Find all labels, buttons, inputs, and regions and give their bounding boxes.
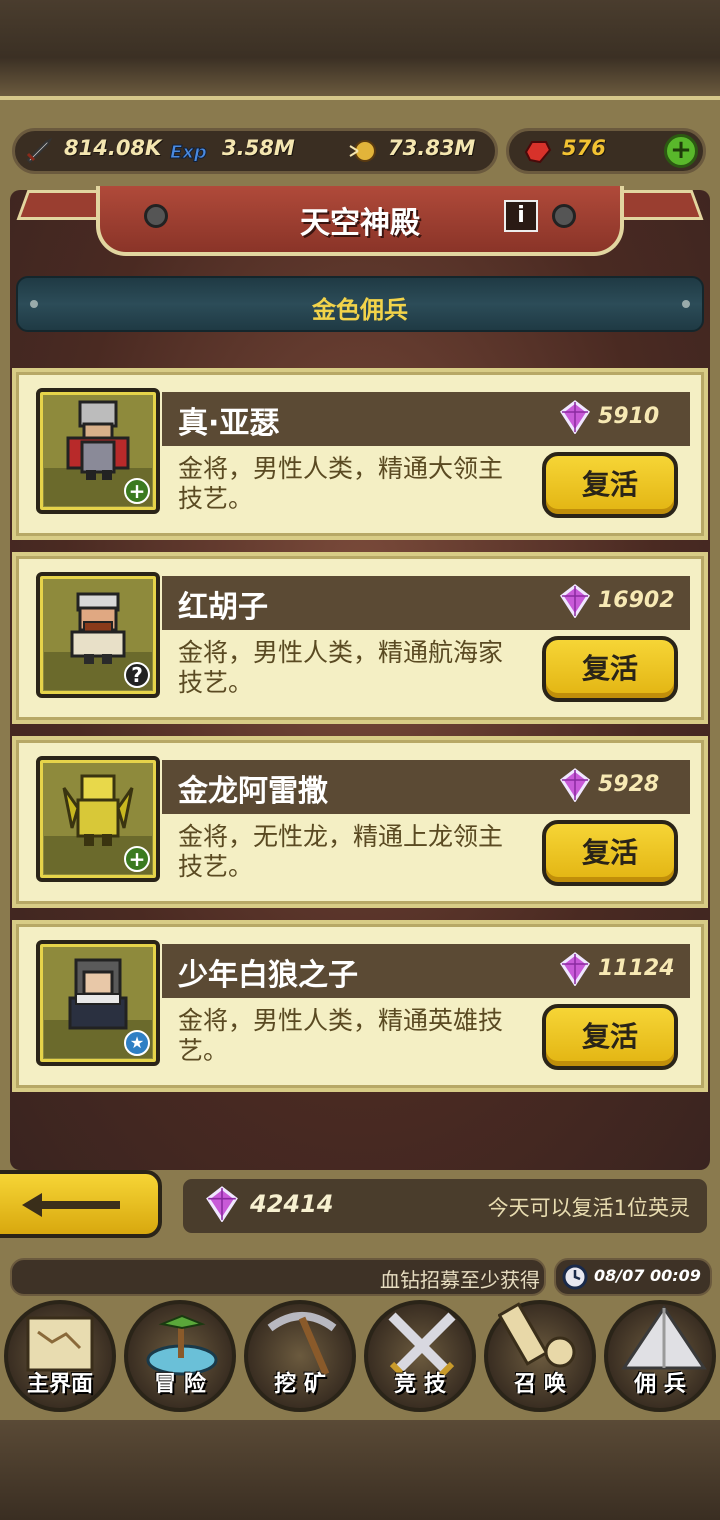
purple-gem-icon <box>206 1186 238 1222</box>
gold-value: 73.83M <box>388 136 476 160</box>
hero-name: 少年白狼之子 <box>178 958 358 993</box>
nav-mercenary-label: 佣 兵 <box>634 1372 686 1397</box>
hero-card: ★ 少年白狼之子 11124 金将，男性人类，精通英雄技艺。 复活 <box>12 920 708 1092</box>
hero-name: 红胡子 <box>178 590 268 625</box>
svg-text:Exp: Exp <box>170 142 207 163</box>
clock-icon <box>562 1264 588 1290</box>
recruit-text: 血钻招募至少获得 <box>380 1268 540 1292</box>
sword-icon <box>26 138 53 164</box>
hero-name: 金龙阿雷撒 <box>178 774 328 809</box>
info-button[interactable]: i <box>504 200 538 232</box>
revive-button[interactable]: 复活 <box>542 820 678 886</box>
top-background <box>0 0 720 96</box>
add-gems-button[interactable]: + <box>664 134 698 168</box>
nav-main-label: 主界面 <box>26 1372 93 1397</box>
hero-portrait[interactable]: + <box>36 756 160 882</box>
rivet-icon <box>144 204 168 228</box>
hero-card: + 金龙阿雷撒 5928 金将，无性龙，精通上龙领主技艺。 复活 <box>12 736 708 908</box>
category-title: 金色佣兵 <box>312 296 408 324</box>
nav-mining-label: 挖 矿 <box>274 1372 326 1397</box>
nav-arena-label: 竞 技 <box>394 1372 446 1397</box>
hero-name: 真·亚瑟 <box>178 406 280 441</box>
hero-description: 金将，男性人类，精通大领主技艺。 <box>178 454 504 513</box>
hero-description: 金将，无性龙，精通上龙领主技艺。 <box>178 822 504 881</box>
bottom-background <box>0 1420 720 1520</box>
nav-adventure-label: 冒 险 <box>154 1372 206 1397</box>
purple-gem-icon <box>560 952 590 986</box>
hero-portrait[interactable]: + <box>36 388 160 514</box>
revive-cost: 11124 <box>598 956 675 981</box>
daily-revive-note: 今天可以复活1位英灵 <box>487 1196 690 1220</box>
revive-cost: 5910 <box>598 404 660 429</box>
knight-avatar-icon <box>66 400 130 480</box>
revive-cost: 16902 <box>598 588 675 613</box>
page-title: 天空神殿 <box>300 206 420 241</box>
purple-gem-icon <box>560 584 590 618</box>
upgrade-badge: + <box>124 478 150 504</box>
gem-total: 42414 <box>250 1190 334 1218</box>
revive-button[interactable]: 复活 <box>542 452 678 518</box>
golden-dragon-avatar-icon <box>62 774 134 846</box>
unknown-badge: ? <box>124 662 150 688</box>
back-arrow-icon <box>22 1193 120 1217</box>
revive-cost: 5928 <box>598 772 660 797</box>
hero-portrait[interactable]: ? <box>36 572 160 698</box>
hero-description: 金将，男性人类，精通航海家技艺。 <box>178 638 504 697</box>
exp-value: 3.58M <box>222 136 295 160</box>
star-badge: ★ <box>124 1030 150 1056</box>
upgrade-badge: + <box>124 846 150 872</box>
pirate-avatar-icon <box>70 592 126 664</box>
purple-gem-icon <box>560 768 590 802</box>
purple-gem-icon <box>560 400 590 434</box>
rivet-icon <box>552 204 576 228</box>
back-button[interactable] <box>0 1170 162 1238</box>
gem-value: 576 <box>562 136 606 160</box>
exp-icon: Exp <box>170 142 208 164</box>
attack-value: 814.08K <box>64 136 162 160</box>
hero-card: ? 红胡子 16902 金将，男性人类，精通航海家技艺。 复活 <box>12 552 708 724</box>
hero-portrait[interactable]: ★ <box>36 940 160 1066</box>
white-wolf-avatar-icon <box>68 958 128 1030</box>
revive-button[interactable]: 复活 <box>542 636 678 702</box>
gold-coin-icon <box>349 140 376 162</box>
revive-button[interactable]: 复活 <box>542 1004 678 1070</box>
ruby-icon <box>524 141 552 164</box>
hero-description: 金将，男性人类，精通英雄技艺。 <box>178 1006 504 1065</box>
nav-summon-label: 召 唤 <box>514 1372 566 1397</box>
event-timer: 08/07 00:09 <box>594 1266 701 1285</box>
hero-card: + 真·亚瑟 5910 金将，男性人类，精通大领主技艺。 复活 <box>12 368 708 540</box>
